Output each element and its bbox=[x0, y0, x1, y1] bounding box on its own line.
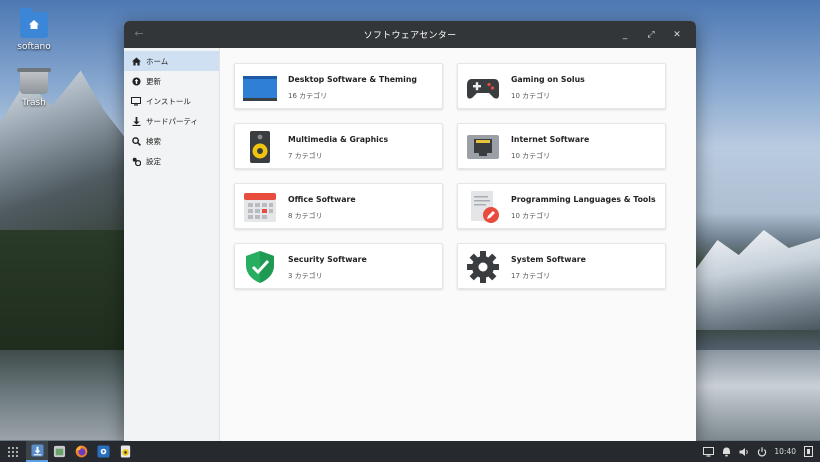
notification-bell-icon[interactable] bbox=[720, 446, 732, 458]
network-icon bbox=[466, 131, 500, 163]
category-count: 7 カテゴリ bbox=[288, 152, 323, 160]
window-controls: _ ⤢ ✕ bbox=[612, 21, 690, 48]
sidebar-item-label: サードパーティ bbox=[146, 116, 199, 126]
desktop-icon-label: Trash bbox=[22, 98, 46, 108]
sidebar-item-settings[interactable]: 設定 bbox=[124, 151, 219, 171]
taskbar-software-center[interactable] bbox=[26, 441, 48, 462]
category-title: Desktop Software & Theming bbox=[288, 75, 417, 84]
sidebar-item-third-party[interactable]: サードパーティ bbox=[124, 111, 219, 131]
category-card-gaming[interactable]: Gaming on Solus 10 カテゴリ bbox=[457, 63, 666, 109]
trash-icon bbox=[20, 68, 48, 94]
software-center-icon bbox=[30, 444, 44, 457]
category-title: Gaming on Solus bbox=[511, 75, 585, 84]
volume-icon[interactable] bbox=[738, 446, 750, 458]
sidebar-item-label: 設定 bbox=[146, 156, 161, 166]
wallpaper-forest bbox=[0, 230, 125, 350]
sidebar-item-updates[interactable]: 更新 bbox=[124, 71, 219, 91]
home-folder-icon bbox=[20, 8, 48, 38]
window-title: ソフトウェアセンター bbox=[363, 31, 457, 41]
category-card-programming[interactable]: Programming Languages & Tools 10 カテゴリ bbox=[457, 183, 666, 229]
category-count: 10 カテゴリ bbox=[511, 152, 551, 160]
taskbar-rhythmbox[interactable] bbox=[114, 441, 136, 462]
window-titlebar[interactable]: ← ソフトウェアセンター _ ⤢ ✕ bbox=[124, 21, 696, 48]
sidebar-item-search[interactable]: 検索 bbox=[124, 131, 219, 151]
sidebar-item-home[interactable]: ホーム bbox=[124, 51, 219, 71]
control-center-icon bbox=[96, 445, 110, 458]
category-card-system[interactable]: System Software 17 カテゴリ bbox=[457, 243, 666, 289]
taskbar: 10:40 bbox=[0, 441, 820, 462]
maximize-button[interactable]: ⤢ bbox=[638, 30, 664, 40]
minimize-button[interactable]: _ bbox=[612, 30, 638, 40]
taskbar-files[interactable] bbox=[48, 441, 70, 462]
show-desktop-icon[interactable] bbox=[802, 446, 814, 458]
category-card-desktop[interactable]: Desktop Software & Theming 16 カテゴリ bbox=[234, 63, 443, 109]
search-icon bbox=[131, 136, 141, 146]
wallpaper-lake-right bbox=[695, 350, 820, 440]
close-button[interactable]: ✕ bbox=[664, 30, 690, 40]
taskbar-software-settings[interactable] bbox=[92, 441, 114, 462]
power-icon[interactable] bbox=[756, 446, 768, 458]
sidebar-item-installed[interactable]: インストール bbox=[124, 91, 219, 111]
sidebar-item-label: インストール bbox=[146, 96, 191, 106]
wallpaper-lake-left bbox=[0, 350, 125, 440]
back-arrow-icon[interactable]: ← bbox=[132, 27, 146, 41]
gear-icon bbox=[466, 251, 500, 283]
update-icon bbox=[131, 76, 141, 86]
sidebar-item-label: 更新 bbox=[146, 76, 161, 86]
desktop-icon-home-folder[interactable]: softano bbox=[4, 8, 64, 52]
category-card-office[interactable]: Office Software 8 カテゴリ bbox=[234, 183, 443, 229]
sidebar: ホーム 更新 インストール サードパーティ 検索 設定 bbox=[124, 48, 220, 441]
monitor-icon bbox=[131, 96, 141, 106]
taskbar-firefox[interactable] bbox=[70, 441, 92, 462]
desktop-icon bbox=[243, 71, 277, 103]
gamepad-icon bbox=[466, 71, 500, 103]
category-card-internet[interactable]: Internet Software 10 カテゴリ bbox=[457, 123, 666, 169]
category-title: Internet Software bbox=[511, 135, 590, 144]
category-count: 10 カテゴリ bbox=[511, 212, 551, 220]
shield-icon bbox=[243, 251, 277, 283]
category-count: 10 カテゴリ bbox=[511, 92, 551, 100]
sidebar-item-label: ホーム bbox=[146, 56, 169, 66]
home-icon bbox=[131, 56, 141, 66]
desktop-icon-label: softano bbox=[17, 42, 51, 52]
calendar-icon bbox=[243, 191, 277, 223]
firefox-icon bbox=[75, 445, 87, 458]
clock[interactable]: 10:40 bbox=[774, 447, 796, 456]
category-title: Multimedia & Graphics bbox=[288, 135, 389, 144]
file-manager-icon bbox=[53, 445, 65, 458]
category-card-multimedia[interactable]: Multimedia & Graphics 7 カテゴリ bbox=[234, 123, 443, 169]
app-menu-button[interactable] bbox=[0, 441, 26, 462]
system-tray: 10:40 bbox=[702, 441, 814, 462]
download-icon bbox=[131, 116, 141, 126]
music-player-icon bbox=[120, 445, 130, 458]
sidebar-item-label: 検索 bbox=[146, 136, 161, 146]
code-edit-icon bbox=[466, 191, 500, 223]
wallpaper-mountain-right bbox=[695, 230, 820, 330]
category-card-security[interactable]: Security Software 3 カテゴリ bbox=[234, 243, 443, 289]
category-count: 16 カテゴリ bbox=[288, 92, 328, 100]
category-title: Security Software bbox=[288, 255, 367, 264]
category-grid: Desktop Software & Theming 16 カテゴリ Gamin… bbox=[220, 48, 696, 441]
app-grid-icon bbox=[7, 446, 19, 457]
category-title: Programming Languages & Tools bbox=[511, 195, 656, 204]
speaker-icon bbox=[243, 131, 277, 163]
desktop-icon-trash[interactable]: Trash bbox=[4, 68, 64, 108]
category-title: System Software bbox=[511, 255, 586, 264]
category-title: Office Software bbox=[288, 195, 356, 204]
category-count: 8 カテゴリ bbox=[288, 212, 323, 220]
category-count: 17 カテゴリ bbox=[511, 272, 551, 280]
category-count: 3 カテゴリ bbox=[288, 272, 323, 280]
display-icon[interactable] bbox=[702, 446, 714, 458]
settings-icon bbox=[131, 156, 141, 166]
software-center-window: ← ソフトウェアセンター _ ⤢ ✕ ホーム 更新 インストール サードパーティ… bbox=[124, 21, 696, 441]
